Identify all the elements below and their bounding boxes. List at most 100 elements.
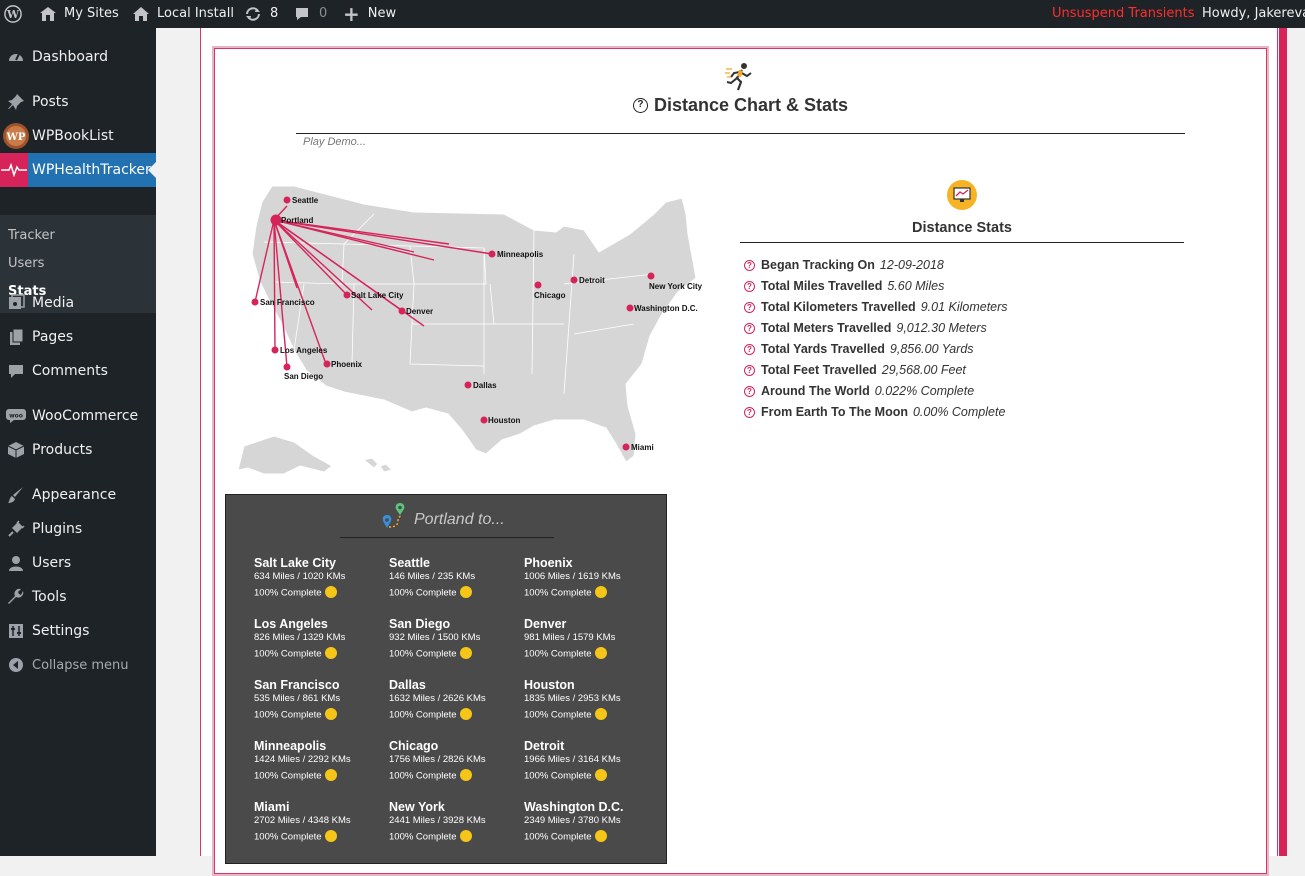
sites-icon [38,6,58,22]
menu-plugins[interactable]: Plugins [0,512,156,546]
admin-bar: W My Sites Local Install 8 0 + New Unsus… [0,0,1305,28]
city-progress: 100% Complete [389,586,472,599]
help-icon[interactable]: ? [744,259,755,271]
city-progress: 100% Complete [254,708,337,721]
menu-woocommerce-label: WooCommerce [32,408,139,424]
city-progress-label: 100% Complete [254,770,322,782]
heartbeat-icon [0,153,28,187]
menu-wphealthtracker[interactable]: WPHealthTracker [0,153,156,187]
user-icon [0,554,32,572]
play-demo-link[interactable]: Play Demo... [303,136,366,148]
menu-dashboard[interactable]: Dashboard [0,40,156,74]
submenu-users[interactable]: Users [8,256,44,271]
menu-settings[interactable]: Settings [0,614,156,648]
stat-value: 9,012.30 Meters [896,321,987,335]
smiley-icon [324,586,337,598]
help-icon[interactable]: ? [744,406,755,418]
city-progress: 100% Complete [254,586,337,599]
menu-products-label: Products [32,442,93,458]
map-label-salt-lake-city: Salt Lake City [351,291,404,300]
help-icon[interactable]: ? [632,98,648,113]
menu-pages[interactable]: Pages [0,320,156,354]
distance-stats-heading: Distance Stats [912,220,1012,236]
dashboard-icon [0,48,32,66]
city-name: San Diego [389,617,451,631]
comments-menu[interactable]: 0 [294,0,327,28]
help-icon[interactable]: ? [744,364,755,376]
smiley-icon [324,769,337,781]
menu-media-label: Media [32,295,75,311]
pin-icon [0,93,32,111]
portland-to-box: Portland to... Salt Lake City 634 Miles /… [225,494,667,864]
stat-row: ? Total Miles Travelled 5.60 Miles [744,277,944,295]
sliders-icon [0,622,32,640]
menu-users-label: Users [32,555,72,571]
city-progress: 100% Complete [389,708,472,721]
site-name-label: Local Install [157,6,234,21]
updates-count: 8 [270,6,279,21]
new-content-menu[interactable]: + New [343,0,396,28]
menu-users[interactable]: Users [0,546,156,580]
city-progress: 100% Complete [524,647,607,660]
stat-row: ? Around The World 0.022% Complete [744,382,974,400]
help-icon[interactable]: ? [744,280,755,292]
city-name: Salt Lake City [254,556,336,570]
city-distance: 2702 Miles / 4348 KMs [254,815,351,826]
city-name: Dallas [389,678,426,692]
menu-media[interactable]: Media [0,286,156,320]
city-progress: 100% Complete [254,830,337,843]
stat-key: Began Tracking On [761,258,875,272]
media-icon [0,294,32,312]
city-name: Houston [524,678,575,692]
wrench-icon [0,588,32,606]
city-progress-label: 100% Complete [389,770,457,782]
help-icon[interactable]: ? [744,322,755,334]
howdy-account-menu[interactable]: Howdy, Jakereva [1202,0,1305,28]
city-progress-label: 100% Complete [254,709,322,721]
menu-comments[interactable]: Comments [0,354,156,388]
city-distance: 634 Miles / 1020 KMs [254,571,346,582]
page-title: Distance Chart & Stats [653,95,849,115]
city-progress: 100% Complete [389,830,472,843]
stat-key: From Earth To The Moon [761,405,908,419]
my-sites-menu[interactable]: My Sites [38,0,119,28]
city-progress: 100% Complete [524,769,607,782]
help-icon[interactable]: ? [744,343,755,355]
menu-comments-label: Comments [32,363,108,379]
woo-icon: woo [0,409,32,423]
wordpress-logo-icon[interactable]: W [4,0,24,28]
stat-key: Total Miles Travelled [761,279,883,293]
city-distance: 2349 Miles / 3780 KMs [524,815,621,826]
smiley-icon [594,769,607,781]
pages-icon [0,328,32,346]
svg-text:W: W [6,8,20,21]
help-icon[interactable]: ? [744,301,755,313]
brush-icon [0,486,32,504]
submenu-tracker[interactable]: Tracker [8,228,55,243]
menu-wpbooklist[interactable]: WP WPBookList [0,119,156,153]
page-title-row: ? Distance Chart & Stats [214,95,1267,116]
city-progress: 100% Complete [524,830,607,843]
city-progress-label: 100% Complete [389,831,457,843]
city-progress-label: 100% Complete [524,770,592,782]
help-icon[interactable]: ? [744,385,755,397]
city-progress-label: 100% Complete [524,709,592,721]
city-progress-label: 100% Complete [254,587,322,599]
smiley-icon [459,647,472,659]
stat-value: 12-09-2018 [879,258,944,272]
site-name-menu[interactable]: Local Install [132,0,234,28]
menu-posts[interactable]: Posts [0,85,156,119]
city-name: Chicago [389,739,439,753]
map-label-chicago: Chicago [534,291,566,300]
stat-key: Total Meters Travelled [761,321,892,335]
collapse-menu-button[interactable]: Collapse menu [0,648,156,682]
menu-appearance[interactable]: Appearance [0,478,156,512]
unsuspend-transients-link[interactable]: Unsuspend Transients [1052,0,1195,28]
menu-tools[interactable]: Tools [0,580,156,614]
stat-row: ? Began Tracking On 12-09-2018 [744,256,944,274]
updates-menu[interactable]: 8 [244,0,278,28]
menu-woocommerce[interactable]: woo WooCommerce [0,399,156,433]
menu-products[interactable]: Products [0,433,156,467]
city-distance: 1424 Miles / 2292 KMs [254,754,351,765]
city-name: Los Angeles [254,617,328,631]
